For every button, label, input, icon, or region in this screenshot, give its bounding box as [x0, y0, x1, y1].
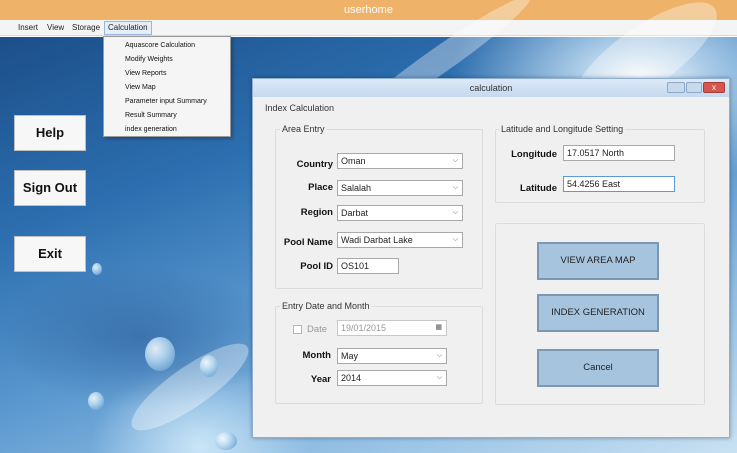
chevron-down-icon: ⌵ — [452, 157, 458, 164]
region-label: Region — [300, 207, 333, 218]
pool-name-label: Pool Name — [283, 237, 333, 248]
menu-item-result-summary[interactable]: Result Summary — [125, 109, 177, 122]
window-title: userhome — [0, 0, 737, 20]
chevron-down-icon: ⌵ — [452, 209, 458, 216]
menu-storage[interactable]: Storage — [69, 21, 103, 35]
entry-date-caption: Entry Date and Month — [280, 301, 372, 311]
region-select[interactable]: Darbat ⌵ — [337, 205, 463, 221]
pool-id-field[interactable]: OS101 — [337, 258, 399, 274]
year-label: Year — [310, 374, 331, 385]
cancel-button[interactable]: Cancel — [537, 349, 659, 387]
month-select[interactable]: May ⌵ — [337, 348, 447, 364]
chevron-down-icon: ⌵ — [452, 184, 458, 191]
place-label: Place — [308, 182, 333, 193]
area-entry-caption: Area Entry — [280, 124, 327, 134]
help-button[interactable]: Help — [14, 115, 86, 151]
longitude-field[interactable]: 17.0517 North — [563, 145, 675, 161]
pool-name-select[interactable]: Wadi Darbat Lake ⌵ — [337, 232, 463, 248]
chevron-down-icon: ⌵ — [452, 236, 458, 243]
date-checkbox[interactable] — [293, 325, 302, 334]
place-select[interactable]: Salalah ⌵ — [337, 180, 463, 196]
menu-item-aquascore-calculation[interactable]: Aquascore Calculation — [125, 39, 195, 52]
menu-view[interactable]: View — [44, 21, 67, 35]
menu-insert[interactable]: Insert — [15, 21, 41, 35]
chevron-down-icon: ⌵ — [436, 352, 442, 359]
calculation-menu: Aquascore Calculation Modify Weights Vie… — [103, 36, 231, 137]
menu-item-modify-weights[interactable]: Modify Weights — [125, 53, 173, 66]
index-generation-button[interactable]: INDEX GENERATION — [537, 294, 659, 332]
latitude-field[interactable]: 54.4256 East — [563, 176, 675, 192]
calendar-icon: ▦ — [435, 324, 442, 331]
minimize-button[interactable] — [667, 82, 685, 93]
exit-button[interactable]: Exit — [14, 236, 86, 272]
maximize-button[interactable] — [686, 82, 702, 93]
menu-item-view-map[interactable]: View Map — [125, 81, 156, 94]
sign-out-button[interactable]: Sign Out — [14, 170, 86, 206]
main-window: userhome Insert View Storage Calculation… — [0, 0, 737, 453]
year-select[interactable]: 2014 ⌵ — [337, 370, 447, 386]
date-picker[interactable]: 19/01/2015 ▦ — [337, 320, 447, 336]
country-select[interactable]: Oman ⌵ — [337, 153, 463, 169]
calculation-dialog: calculation x Index Calculation Area Ent… — [252, 78, 730, 438]
country-label: Country — [296, 159, 333, 170]
pool-id-label: Pool ID — [300, 261, 333, 272]
menu-item-index-generation[interactable]: index generation — [125, 123, 177, 136]
menu-calculation[interactable]: Calculation — [104, 21, 152, 35]
close-icon: x — [712, 83, 716, 92]
menu-item-parameter-input-summary[interactable]: Parameter input Summary — [125, 95, 207, 108]
latitude-label: Latitude — [520, 183, 557, 194]
lat-long-caption: Latitude and Longitude Setting — [499, 124, 626, 134]
longitude-label: Longitude — [511, 149, 557, 160]
chevron-down-icon: ⌵ — [436, 374, 442, 381]
date-label: Date — [307, 324, 328, 335]
menu-item-view-reports[interactable]: View Reports — [125, 67, 167, 80]
month-label: Month — [302, 350, 332, 361]
section-title: Index Calculation — [265, 103, 335, 113]
view-area-map-button[interactable]: VIEW AREA MAP — [537, 242, 659, 280]
dialog-title: calculation — [253, 79, 729, 97]
close-button[interactable]: x — [703, 82, 725, 93]
